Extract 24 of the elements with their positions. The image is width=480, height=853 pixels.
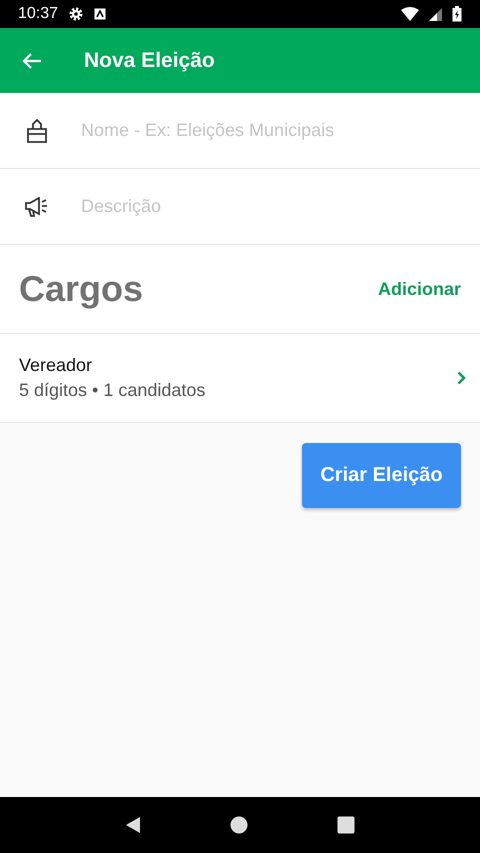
role-details: 5 dígitos • 1 candidatos [19, 380, 206, 401]
battery-icon [452, 6, 462, 22]
notification-icon [94, 8, 106, 20]
clock-time: 10:37 [18, 5, 58, 23]
list-row[interactable]: Vereador 5 dígitos • 1 candidatos [0, 334, 480, 423]
text-field[interactable]: Nome - Ex: Eleições Municipais [0, 93, 480, 169]
ballot-box-icon [25, 118, 49, 142]
recents-icon[interactable] [337, 816, 356, 834]
back-arrow-icon [22, 52, 42, 70]
home-icon[interactable] [230, 816, 248, 834]
section-title: Cargos [19, 268, 144, 310]
wifi-icon [401, 7, 419, 21]
chevron-right-icon [457, 371, 466, 385]
create-election-button[interactable]: Criar Eleição [302, 443, 461, 508]
megaphone-icon [25, 196, 49, 216]
input-field[interactable]: Descrição [79, 195, 480, 218]
text-field[interactable]: Descrição [0, 169, 480, 245]
screen-title: Nova Eleição [84, 48, 215, 72]
role-name: Vereador [19, 355, 94, 376]
add-link[interactable]: Adicionar [378, 278, 461, 300]
input-field[interactable]: Nome - Ex: Eleições Municipais [79, 119, 480, 142]
back-icon[interactable] [124, 816, 141, 834]
signal-icon [429, 8, 442, 20]
gear-icon [68, 6, 84, 22]
